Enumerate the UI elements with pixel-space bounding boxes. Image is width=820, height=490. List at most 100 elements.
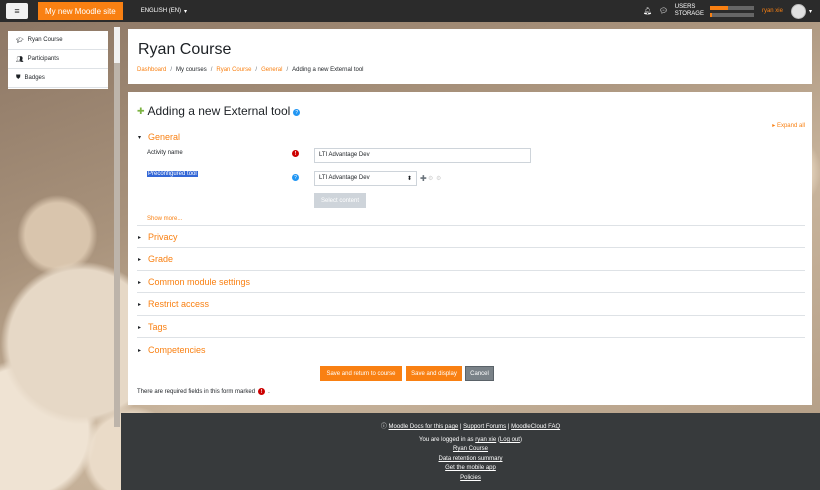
graduation-cap-icon: 🎓︎ [16, 37, 24, 44]
form-heading: ✚ Adding a new External tool ? [137, 104, 301, 118]
form-heading-text: Adding a new External tool [147, 104, 291, 118]
preconfigured-tool-select[interactable]: LTI Advantage Dev ⬍ [314, 171, 417, 186]
top-navbar: ≡ My new Moodle site ENGLISH (EN) ▾ 🔔︎ 💬… [0, 0, 820, 22]
site-name-link[interactable]: My new Moodle site [38, 2, 123, 20]
language-label: ENGLISH (EN) [140, 8, 182, 14]
section-restrict-access[interactable]: ▸ Restrict access [138, 299, 209, 309]
required-note-text: There are required fields in this form m… [137, 388, 256, 395]
footer-course-row: Ryan Course [121, 446, 820, 452]
section-divider [137, 270, 805, 271]
save-display-button[interactable]: Save and display [406, 366, 462, 381]
section-common-module-settings-title: Common module settings [148, 277, 251, 287]
nav-drawer: 🎓︎ Ryan Course 👥︎ Participants ⛊ Badges [8, 31, 108, 89]
users-usage-bar [709, 5, 754, 10]
page-footer: ⓘ Moodle Docs for this page | Support Fo… [121, 413, 820, 490]
expand-all-label: Expand all [776, 123, 805, 129]
gear-icon[interactable]: ⚙ [428, 175, 433, 182]
required-fields-note: There are required fields in this form m… [137, 388, 270, 395]
section-restrict-access-title: Restrict access [148, 299, 210, 309]
section-divider [137, 247, 805, 248]
footer-help-links: ⓘ Moodle Docs for this page | Support Fo… [121, 421, 820, 430]
info-icon: ⓘ [380, 424, 389, 430]
chevron-down-icon[interactable]: ▾ [809, 8, 812, 15]
section-competencies[interactable]: ▸ Competencies [138, 345, 206, 355]
gear-icon[interactable]: ⚙ [436, 175, 441, 182]
show-more-link[interactable]: Show more... [147, 216, 182, 222]
policies-link[interactable]: Policies [460, 475, 481, 481]
main-form-card: ✚ Adding a new External tool ? ▸ Expand … [128, 92, 812, 405]
breadcrumb-my-courses[interactable]: My courses [176, 67, 207, 73]
section-divider [137, 337, 805, 338]
section-divider [137, 225, 805, 226]
section-divider [137, 315, 805, 316]
footer-data-retention-row: Data retention summary [121, 456, 820, 462]
caret-right-icon: ▸ [138, 301, 142, 308]
logout-link[interactable]: Log out [500, 437, 520, 443]
breadcrumb-general[interactable]: General [261, 67, 282, 73]
required-icon: ! [292, 150, 299, 157]
preconfigured-tool-label: Preconfigured tool [147, 171, 198, 177]
section-tags[interactable]: ▸ Tags [138, 322, 167, 332]
section-general[interactable]: ▾ General [138, 132, 180, 142]
drawer-item-label: Participants [27, 56, 59, 62]
forums-link[interactable]: Support Forums [463, 424, 506, 430]
cancel-button[interactable]: Cancel [465, 366, 494, 381]
faq-link[interactable]: MoodleCloud FAQ [511, 424, 560, 430]
caret-right-icon: ▸ [138, 234, 142, 241]
section-privacy[interactable]: ▸ Privacy [138, 232, 178, 242]
drawer-item-participants[interactable]: 👥︎ Participants [8, 50, 108, 69]
section-privacy-title: Privacy [148, 232, 178, 242]
breadcrumb-separator: / [286, 67, 289, 73]
logged-in-prefix: You are logged in as [419, 437, 474, 443]
save-return-button[interactable]: Save and return to course [320, 366, 402, 381]
data-retention-link[interactable]: Data retention summary [438, 456, 502, 462]
logged-in-user-link[interactable]: ryan xie [475, 437, 496, 443]
breadcrumb: Dashboard / My courses / Ryan Course / G… [137, 67, 364, 73]
shield-icon: ⛊ [16, 74, 21, 81]
select-content-button[interactable]: Select content [314, 193, 366, 208]
expand-all-link[interactable]: ▸ Expand all [772, 122, 805, 129]
section-grade[interactable]: ▸ Grade [138, 254, 173, 264]
user-name[interactable]: ryan xie [762, 8, 783, 14]
caret-down-icon: ▾ [138, 134, 142, 141]
breadcrumb-dashboard[interactable]: Dashboard [137, 67, 166, 73]
footer-course-link[interactable]: Ryan Course [453, 446, 488, 452]
language-menu[interactable]: ENGLISH (EN) ▾ [141, 8, 187, 15]
required-note-end: . [268, 388, 270, 395]
page-header: Ryan Course Dashboard / My courses / Rya… [128, 29, 812, 84]
breadcrumb-course[interactable]: Ryan Course [216, 67, 251, 73]
drawer-item-course[interactable]: 🎓︎ Ryan Course [8, 31, 108, 50]
usage-labels: USERS STORAGE [675, 4, 704, 18]
footer-mobile-app-row: Get the mobile app [121, 465, 820, 471]
breadcrumb-current: Adding a new External tool [292, 67, 364, 73]
chat-icon[interactable]: 💬︎ [659, 7, 668, 15]
hamburger-icon[interactable]: ≡ [6, 3, 28, 19]
section-competencies-title: Competencies [148, 345, 206, 355]
caret-right-icon: ▸ [138, 347, 142, 354]
mobile-app-link[interactable]: Get the mobile app [445, 465, 496, 471]
avatar[interactable] [790, 3, 806, 19]
drawer-item-badges[interactable]: ⛊ Badges [8, 69, 108, 88]
usage-storage-label: STORAGE [674, 11, 704, 17]
breadcrumb-separator: / [170, 67, 173, 73]
add-tool-icon[interactable]: ✚ [420, 174, 427, 183]
section-general-title: General [148, 132, 181, 142]
docs-link[interactable]: Moodle Docs for this page [389, 424, 459, 430]
caret-right-icon: ▸ [138, 324, 142, 331]
breadcrumb-separator: / [210, 67, 213, 73]
drawer-scrollbar[interactable] [114, 27, 120, 427]
help-icon[interactable]: ? [292, 174, 299, 181]
footer-separator: | [459, 424, 462, 430]
drawer-scroll-thumb[interactable] [114, 27, 120, 63]
logged-in-info: You are logged in as ryan xie (Log out) [419, 437, 522, 443]
puzzle-icon: ✚ [137, 105, 145, 116]
breadcrumb-separator: / [255, 67, 258, 73]
footer-policies-row: Policies [121, 475, 820, 481]
section-common-module-settings[interactable]: ▸ Common module settings [138, 277, 250, 287]
bell-icon[interactable]: 🔔︎ [643, 7, 652, 15]
required-icon: ! [258, 388, 266, 395]
caret-right-icon: ▸ [138, 279, 142, 286]
usage-bars [709, 5, 754, 17]
activity-name-input[interactable]: LTI Advantage Dev [314, 148, 531, 163]
help-icon[interactable]: ? [293, 109, 301, 116]
